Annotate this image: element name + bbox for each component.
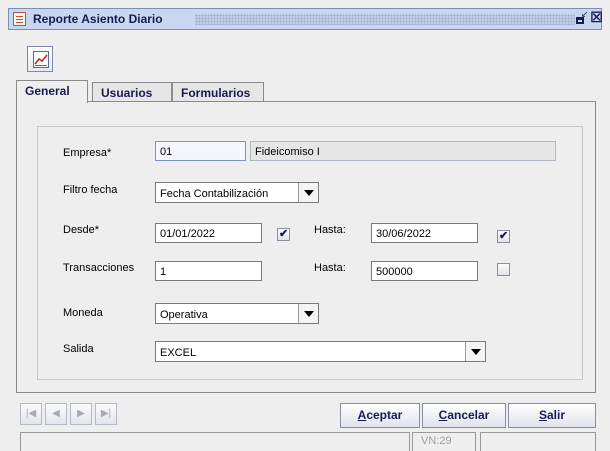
desde-checkbox[interactable]: ✔ xyxy=(277,228,290,241)
document-icon xyxy=(13,12,26,26)
filtro-fecha-select[interactable]: Fecha Contabilización xyxy=(155,182,319,203)
salir-button[interactable]: Salir xyxy=(508,403,596,428)
check-icon: ✔ xyxy=(499,230,509,242)
aceptar-label: ceptar xyxy=(366,408,403,422)
arrow-icon: ↙ xyxy=(581,9,589,19)
report-button[interactable] xyxy=(27,46,53,72)
moneda-label: Moneda xyxy=(63,307,103,319)
salir-mnemonic: S xyxy=(538,408,547,422)
hasta-trans-checkbox[interactable] xyxy=(497,263,510,276)
salida-label: Salida xyxy=(63,343,94,355)
desde-label: Desde* xyxy=(63,224,100,236)
transacciones-to-input[interactable]: 500000 xyxy=(371,261,478,281)
cancelar-button[interactable]: Cancelar xyxy=(422,403,506,428)
last-record-button[interactable]: ▶| xyxy=(95,403,117,425)
check-icon: ✔ xyxy=(279,228,289,240)
version-indicator: VN:29 xyxy=(412,432,476,451)
filtro-fecha-value: Fecha Contabilización xyxy=(160,188,269,200)
chevron-down-icon[interactable] xyxy=(298,304,318,323)
previous-record-button[interactable]: ◀ xyxy=(45,403,67,425)
next-record-button[interactable]: ▶ xyxy=(70,403,92,425)
maximize-button[interactable]: ↙ xyxy=(575,9,589,25)
moneda-value: Operativa xyxy=(160,309,208,321)
hasta-fecha-label: Hasta: xyxy=(314,224,346,236)
transacciones-from-input[interactable]: 1 xyxy=(155,261,262,281)
filtro-fecha-label: Filtro fecha xyxy=(63,184,118,196)
chevron-down-icon[interactable] xyxy=(298,183,318,202)
salir-label: alir xyxy=(547,408,566,422)
status-message xyxy=(20,432,410,451)
hasta-date-input[interactable]: 30/06/2022 xyxy=(371,223,478,243)
salida-value: EXCEL xyxy=(160,347,197,359)
desde-date-input[interactable]: 01/01/2022 xyxy=(155,223,262,243)
title-bar: Reporte Asiento Diario ↙ ☒ xyxy=(8,8,603,30)
tab-general[interactable]: General xyxy=(16,80,88,103)
report-parameters-form: Empresa* 01 Fideicomiso I Filtro fecha F… xyxy=(37,126,583,380)
title-bar-grip xyxy=(195,14,575,25)
close-button[interactable]: ☒ xyxy=(590,10,603,24)
hasta-fecha-checkbox[interactable]: ✔ xyxy=(497,230,510,243)
first-record-button[interactable]: |◀ xyxy=(20,403,42,425)
empresa-name-field: Fideicomiso I xyxy=(250,141,556,161)
aceptar-button[interactable]: Aceptar xyxy=(340,403,420,428)
tab-usuarios[interactable]: Usuarios xyxy=(92,82,172,102)
window-title: Reporte Asiento Diario xyxy=(33,12,163,26)
tab-formularios[interactable]: Formularios xyxy=(172,82,264,102)
cancelar-mnemonic: C xyxy=(438,408,448,422)
chevron-down-icon[interactable] xyxy=(465,342,485,361)
empresa-label: Empresa* xyxy=(63,147,112,159)
tab-panel-general: Empresa* 01 Fideicomiso I Filtro fecha F… xyxy=(16,101,596,393)
cancelar-label: ancelar xyxy=(447,408,490,422)
moneda-select[interactable]: Operativa xyxy=(155,303,319,324)
salida-select[interactable]: EXCEL xyxy=(155,341,486,362)
transacciones-label: Transacciones xyxy=(63,262,135,274)
chart-report-icon xyxy=(33,51,49,68)
status-extra xyxy=(480,432,596,451)
aceptar-mnemonic: A xyxy=(357,408,367,422)
empresa-code-input[interactable]: 01 xyxy=(155,141,246,161)
hasta-trans-label: Hasta: xyxy=(314,262,346,274)
